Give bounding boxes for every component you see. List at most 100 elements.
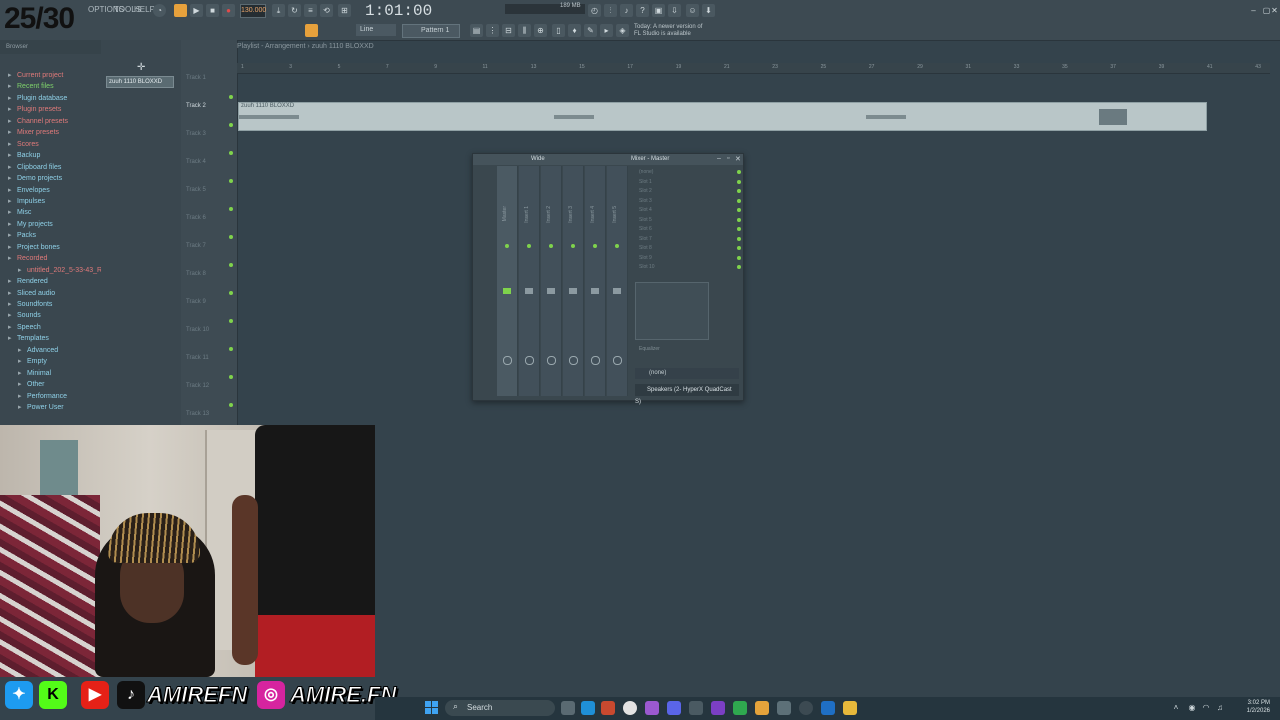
mic-icon[interactable]: ♪ <box>620 4 633 17</box>
plugin-icon[interactable]: ⊕ <box>534 24 547 37</box>
browser-item[interactable]: ▸ Misc <box>8 208 31 218</box>
mixer-fx-slot-led[interactable] <box>737 179 741 184</box>
track-label[interactable]: Track 11 <box>186 355 209 361</box>
browser-item[interactable]: ▸ Clipboard files <box>8 163 61 173</box>
stop-button[interactable]: ■ <box>206 4 219 17</box>
track-mute-led[interactable] <box>229 347 233 351</box>
mixer-strip-led[interactable] <box>571 244 575 248</box>
equalizer-panel[interactable] <box>635 282 709 340</box>
task-view-icon[interactable] <box>561 701 575 715</box>
countdown-icon[interactable]: ↻ <box>288 4 301 17</box>
file-explorer-icon[interactable] <box>843 701 857 715</box>
piano-roll-icon[interactable]: ⋮ <box>486 24 499 37</box>
tempo-display[interactable]: 130.000 <box>240 4 266 18</box>
app-icon[interactable] <box>711 701 725 715</box>
mixer-icon[interactable]: ⫶ <box>604 4 617 17</box>
magnet-icon[interactable] <box>305 24 318 37</box>
discord-icon[interactable] <box>667 701 681 715</box>
touch-keyboard-icon[interactable]: ✎ <box>584 24 597 37</box>
browser-item[interactable]: ▸ Plugin presets <box>8 105 61 115</box>
wifi-icon[interactable]: ◠ <box>1201 703 1211 713</box>
mixer-fx-slot-led[interactable] <box>737 217 741 222</box>
audio-clip[interactable]: zuuh 1110 BLOXXD <box>238 102 1207 131</box>
mixer-fx-slot-led[interactable] <box>737 208 741 212</box>
track-mute-led[interactable] <box>229 207 233 211</box>
mixer-volume-fader[interactable] <box>591 288 599 294</box>
mixer-fx-slot-led[interactable] <box>737 170 741 174</box>
browser-item[interactable]: ▸ Envelopes <box>8 186 50 196</box>
mixer-fx-slot[interactable]: Slot 6 <box>639 225 741 233</box>
mixer-fx-slot-led[interactable] <box>737 246 741 250</box>
app-icon[interactable] <box>601 701 615 715</box>
track-label[interactable]: Track 9 <box>186 299 206 305</box>
track-label[interactable]: Track 10 <box>186 327 209 333</box>
browser-item[interactable]: ▸ Channel presets <box>8 117 68 127</box>
mixer-strip[interactable]: Master <box>497 166 518 396</box>
playlist-icon[interactable]: ▤ <box>470 24 483 37</box>
browser-item[interactable]: ▸ Minimal <box>18 369 51 379</box>
track-label[interactable]: Track 3 <box>186 131 206 137</box>
track-label[interactable]: Track 2 <box>186 103 206 109</box>
mixer-fx-slot-led[interactable] <box>737 189 741 193</box>
browser-item[interactable]: ▸ Sliced audio <box>8 289 55 299</box>
wait-icon[interactable]: ⤓ <box>272 4 285 17</box>
pattern-select[interactable]: Pattern 1 <box>402 24 460 38</box>
browser-item[interactable]: ▸ Demo projects <box>8 174 62 184</box>
mixer-fx-slot[interactable]: Slot 3 <box>639 197 741 205</box>
taskbar-clock[interactable]: 3:02 PM 1/2/2026 <box>1230 699 1270 715</box>
browser-item[interactable]: ▸ Sounds <box>8 311 41 321</box>
mixer-titlebar[interactable] <box>473 154 743 165</box>
browser-item[interactable]: ▸ untitled_202_5-33-43_REC <box>18 266 112 276</box>
track-mute-led[interactable] <box>229 123 233 127</box>
browser-item[interactable]: ▸ Mixer presets <box>8 128 59 138</box>
track-mute-led[interactable] <box>229 95 233 99</box>
browser-item[interactable]: ▸ Soundfonts <box>8 300 52 310</box>
add-pattern-icon[interactable]: ✛ <box>137 62 145 73</box>
mixer-strip[interactable]: Insert 1 <box>519 166 540 396</box>
track-label[interactable]: Track 5 <box>186 187 206 193</box>
track-mute-led[interactable] <box>229 319 233 323</box>
fl-studio-icon[interactable] <box>755 701 769 715</box>
mixer-fx-slot-led[interactable] <box>737 227 741 231</box>
mixer-strip-led[interactable] <box>505 244 509 248</box>
track-mute-led[interactable] <box>229 263 233 267</box>
download-icon[interactable]: ⬇ <box>702 4 715 17</box>
mixer-fx-slot[interactable]: (none) <box>639 168 741 176</box>
mixer-fx-slot[interactable]: Slot 7 <box>639 235 741 243</box>
mixer-strip[interactable]: Insert 4 <box>585 166 606 396</box>
mixer-minimize-icon[interactable]: – <box>717 155 721 162</box>
mixer-maximize-icon[interactable]: ▫ <box>727 155 729 162</box>
app-icon[interactable] <box>821 701 835 715</box>
browser-item[interactable]: ▸ Other <box>18 380 45 390</box>
mixer-pan-knob[interactable] <box>547 356 556 365</box>
mixer-volume-fader[interactable] <box>547 288 555 294</box>
news-panel[interactable]: Today: A newer version of FL Studio is a… <box>634 24 714 38</box>
record-button[interactable]: ● <box>222 4 235 17</box>
browser-item[interactable]: ▸ Impulses <box>8 197 45 207</box>
step-edit-icon[interactable]: ⊞ <box>338 4 351 17</box>
mixer-pan-knob[interactable] <box>503 356 512 365</box>
app-icon[interactable] <box>645 701 659 715</box>
mixer-volume-fader[interactable] <box>503 288 511 294</box>
browser-item[interactable]: ▸ Recent files <box>8 82 54 92</box>
volume-icon[interactable]: ♫ <box>1215 703 1225 713</box>
mixer-strip[interactable]: Insert 3 <box>563 166 584 396</box>
tray-chevron-icon[interactable]: ˄ <box>1171 703 1181 713</box>
browser-item[interactable]: ▸ Rendered <box>8 277 48 287</box>
xbox-icon[interactable] <box>733 701 747 715</box>
mixer-fx-slot[interactable]: Slot 2 <box>639 187 741 195</box>
mixer-strip-led[interactable] <box>527 244 531 248</box>
mixer-pan-knob[interactable] <box>569 356 578 365</box>
mixer-fx-slot[interactable]: Slot 1 <box>639 178 741 186</box>
mixer-window-icon[interactable]: ⫼ <box>518 24 531 37</box>
metronome-icon[interactable]: ◔ <box>153 4 166 17</box>
mixer-pan-knob[interactable] <box>613 356 622 365</box>
close-icon[interactable]: ✕ <box>1268 4 1280 17</box>
edge-icon[interactable] <box>581 701 595 715</box>
browser-icon[interactable]: ▯ <box>552 24 565 37</box>
track-label[interactable]: Track 12 <box>186 383 209 389</box>
mixer-fx-slot-led[interactable] <box>737 255 741 260</box>
mixer-strip[interactable]: Insert 2 <box>541 166 562 396</box>
browser-item[interactable]: ▸ Recorded <box>8 254 47 264</box>
mixer-fx-slot[interactable]: Slot 4 <box>639 206 741 214</box>
